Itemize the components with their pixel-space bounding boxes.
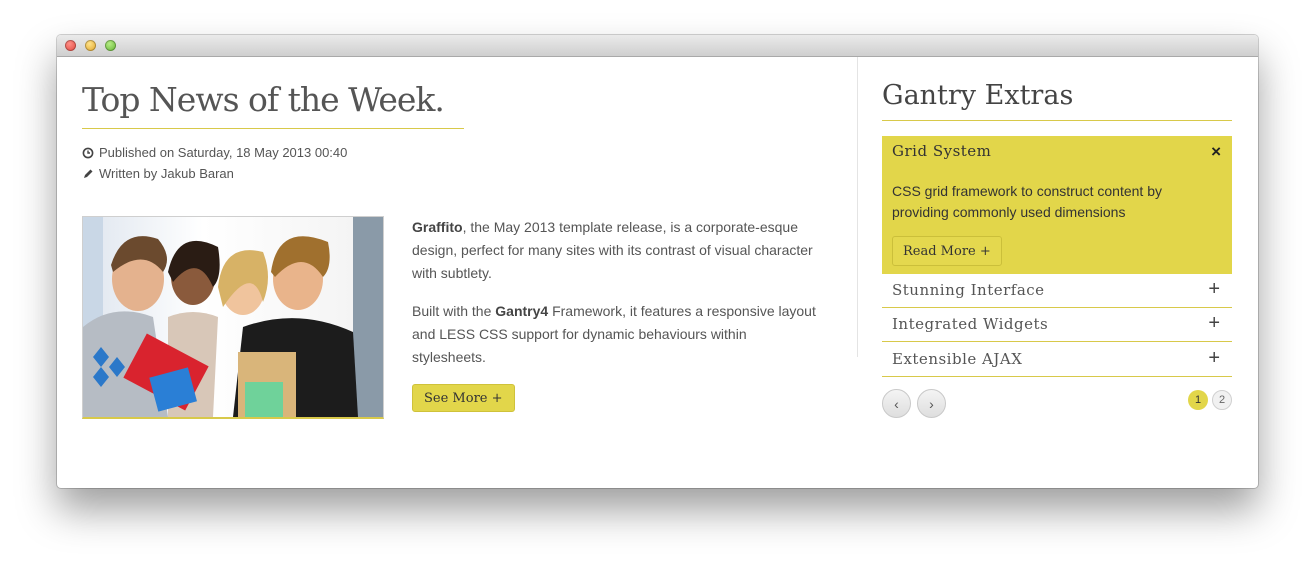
prev-button[interactable]: ‹ [882, 389, 911, 418]
plus-icon: + [1208, 278, 1220, 300]
accordion-item-grid-system: Grid System × CSS grid framework to cons… [882, 136, 1232, 274]
accordion-heading[interactable]: Grid System [892, 142, 991, 160]
zoom-window-button[interactable] [105, 40, 116, 51]
see-more-button[interactable]: See More + [412, 384, 515, 412]
paragraph-2-start: Built with the [412, 303, 496, 319]
sidebar-title: Gantry Extras [882, 80, 1074, 111]
sidebar-title-underline [882, 120, 1232, 121]
accordion-label: Stunning Interface [892, 281, 1045, 299]
title-underline [82, 128, 464, 129]
article-title: Top News of the Week. [82, 80, 445, 119]
plus-icon: + [1208, 312, 1220, 334]
chevron-left-icon: ‹ [894, 395, 899, 412]
accordion-item-stunning-interface[interactable]: Stunning Interface + [882, 274, 1232, 308]
minimize-window-button[interactable] [85, 40, 96, 51]
accordion-item-integrated-widgets[interactable]: Integrated Widgets + [882, 308, 1232, 342]
accordion-body: CSS grid framework to construct content … [892, 183, 1162, 220]
next-button[interactable]: › [917, 389, 946, 418]
page-1-button[interactable]: 1 [1188, 390, 1208, 410]
framework-name: Gantry4 [495, 303, 549, 319]
pencil-icon [84, 169, 93, 178]
accordion-label: Extensible AJAX [892, 350, 1023, 368]
author-name: Written by Jakub Baran [99, 166, 234, 181]
page-2-button[interactable]: 2 [1212, 390, 1232, 410]
author-meta: Written by Jakub Baran [82, 166, 234, 181]
column-divider [857, 57, 858, 357]
article-image [82, 216, 384, 419]
article-paragraph-2: Built with the Gantry4 Framework, it fea… [412, 300, 817, 369]
close-icon[interactable]: × [1211, 142, 1221, 162]
browser-window: Top News of the Week. Published on Satur… [57, 35, 1258, 488]
read-more-button[interactable]: Read More + [892, 236, 1002, 266]
published-meta: Published on Saturday, 18 May 2013 00:40 [82, 145, 347, 160]
plus-icon: + [1208, 347, 1220, 369]
close-window-button[interactable] [65, 40, 76, 51]
accordion-label: Integrated Widgets [892, 315, 1049, 333]
window-titlebar [57, 35, 1258, 57]
template-name: Graffito [412, 219, 463, 235]
chevron-right-icon: › [929, 395, 934, 412]
published-date: Published on Saturday, 18 May 2013 00:40 [99, 145, 348, 160]
paragraph-1-text: , the May 2013 template release, is a co… [412, 219, 813, 281]
article-paragraph-1: Graffito, the May 2013 template release,… [412, 216, 817, 285]
accordion-item-extensible-ajax[interactable]: Extensible AJAX + [882, 343, 1232, 377]
clock-icon [82, 147, 94, 158]
students-photo [83, 217, 383, 417]
